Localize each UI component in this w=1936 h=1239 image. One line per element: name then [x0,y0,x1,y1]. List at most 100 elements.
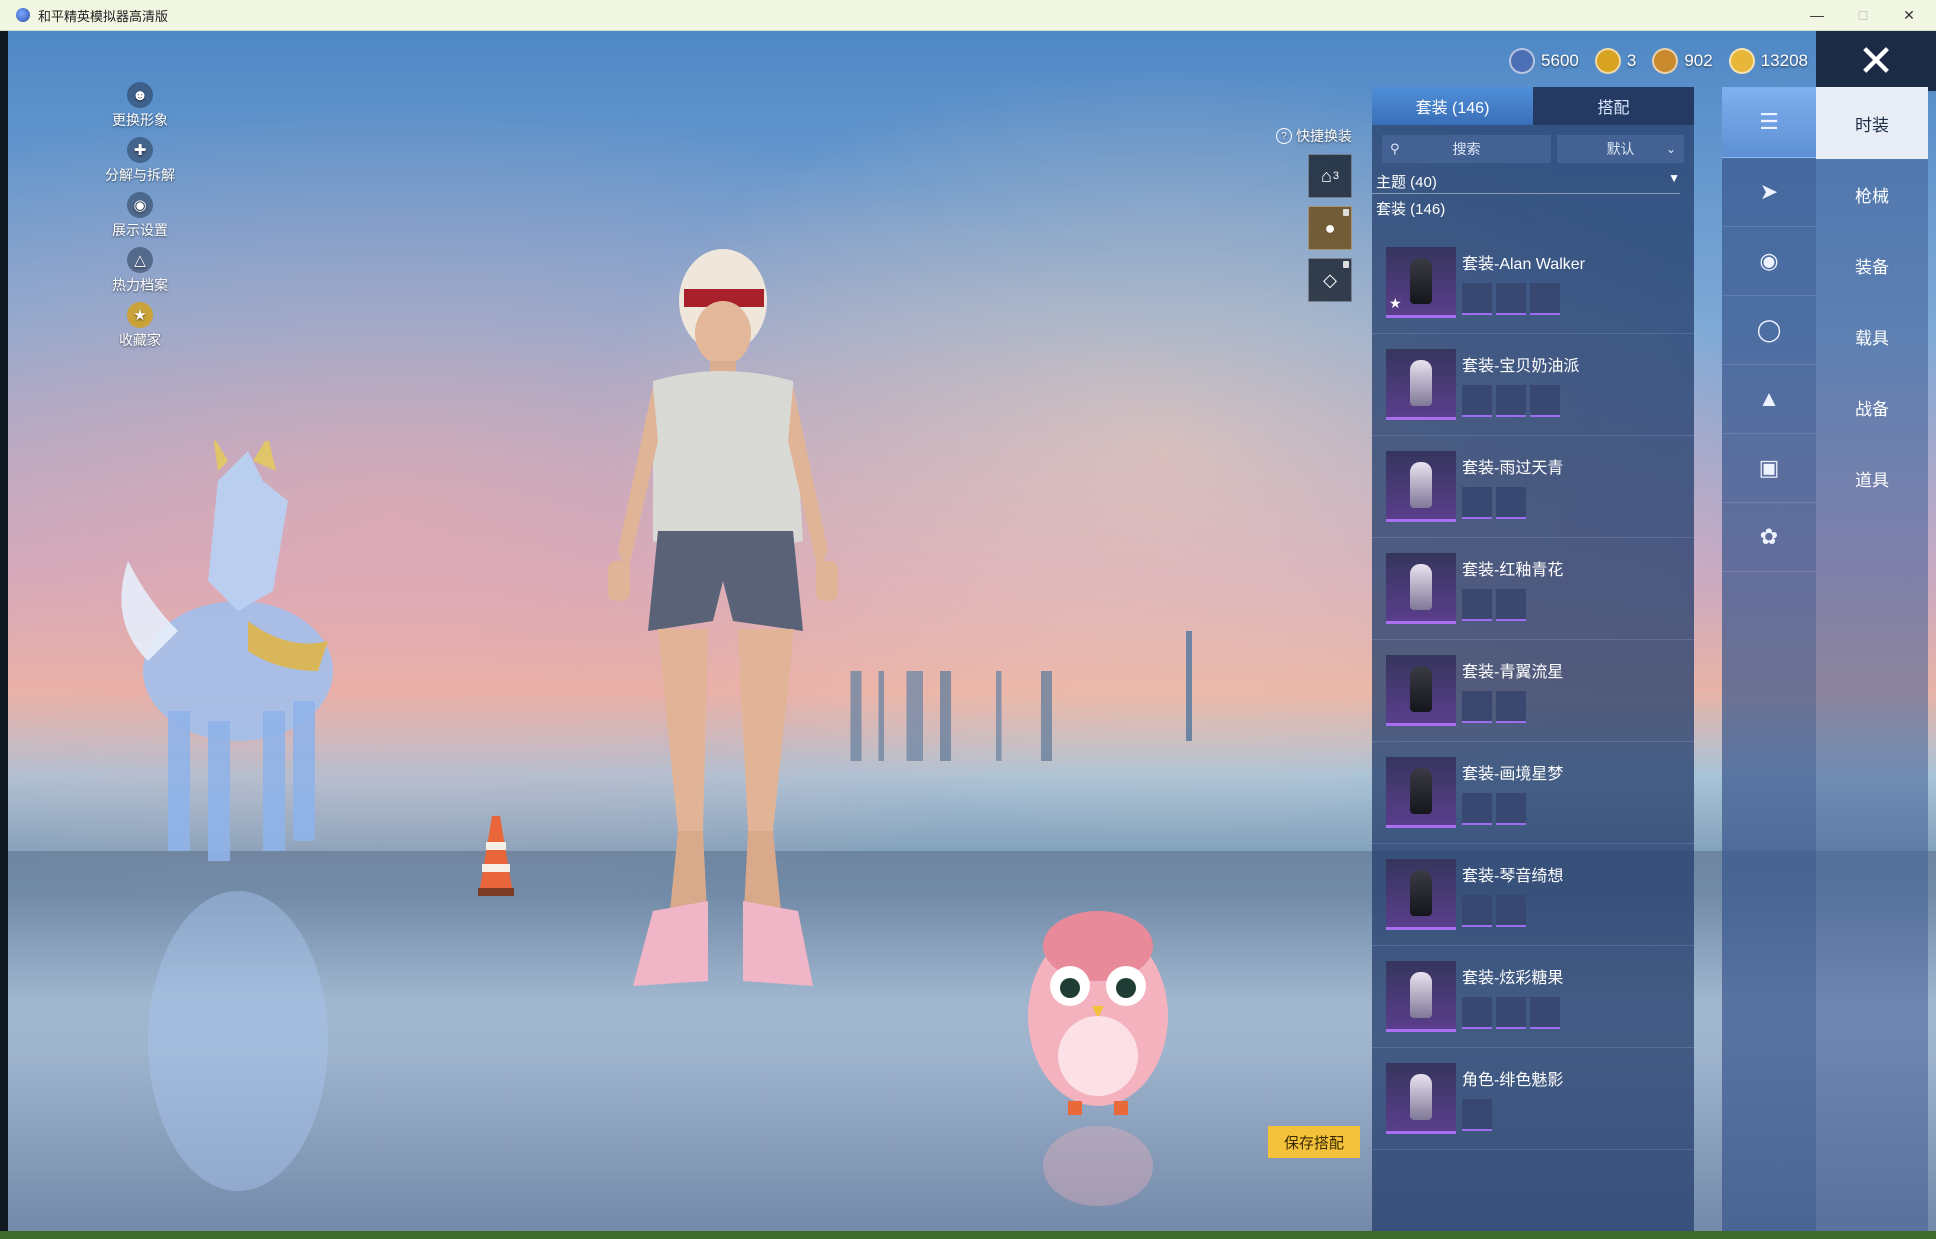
outfit-list-item[interactable]: 角色-绯色魅影 [1372,1048,1694,1150]
tab-guns[interactable]: 枪械 [1816,159,1928,230]
item-icon[interactable]: ▣ [1722,434,1816,503]
shield-icon: ● [1324,217,1336,238]
outfit-piece-icons [1462,1099,1563,1131]
vehicle-icon[interactable]: ◯ [1722,296,1816,365]
search-row: ⚲ 搜索 默认 ⌄ [1372,125,1694,169]
currency-bronze[interactable]: 902 [1652,48,1713,74]
outfit-list-item[interactable]: 套装-画境星梦 [1372,742,1694,844]
slot-number: 3 [1332,170,1339,182]
gold-medal-icon [1594,48,1621,74]
tab-vehicles[interactable]: 载具 [1816,301,1928,372]
outfit-piece-icon[interactable] [1496,487,1526,519]
outfit-info: 套装-红釉青花 [1462,556,1563,621]
outfit-list-item[interactable]: 套装-琴音绮想 [1372,844,1694,946]
outfit-name: 套装-红釉青花 [1462,562,1564,579]
currency-value: 13208 [1760,51,1808,70]
outfit-icon[interactable]: ☰ [1722,87,1816,158]
emote-icon[interactable]: ✿ [1722,503,1816,572]
collector-badge-icon: ★ [127,302,153,328]
left-menu-label: 收藏家 [119,332,161,348]
theme-filter[interactable]: 主题 (40) ▼ [1372,169,1680,194]
outfit-info: 套装-琴音绮想 [1462,862,1563,927]
close-wardrobe-button[interactable]: ✕ [1816,31,1936,91]
outfit-name: 套装-画境星梦 [1462,766,1564,783]
outfit-list-item[interactable]: 套装-炫彩糖果 [1372,946,1694,1048]
outfit-piece-icon[interactable] [1462,1099,1492,1131]
outfit-piece-icon[interactable] [1462,895,1492,927]
currency-silver[interactable]: 5600 [1509,48,1579,74]
character-figure-icon [1410,564,1432,610]
quick-change-header[interactable]: ? 快捷换装 [1276,126,1362,146]
category-icon-rail: ☰ ➤ ◉ ◯ ▲ ▣ ✿ [1722,87,1816,1231]
tab-combos[interactable]: 搭配 [1533,87,1694,125]
diamond-icon: ◇ [1323,269,1337,290]
outfit-piece-icon[interactable] [1462,283,1492,315]
city-skyline [828,671,1388,761]
left-menu-label: 更换形象 [112,112,168,128]
help-icon[interactable]: ? [1276,128,1292,144]
decompose-button[interactable]: ✚ 分解与拆解 [90,137,190,192]
outfit-piece-icon[interactable] [1462,385,1492,417]
search-input[interactable]: ⚲ 搜索 [1382,135,1552,163]
quick-change-diamond-button[interactable]: ◇ [1308,258,1352,302]
collector-button[interactable]: ★ 收藏家 [90,302,190,357]
flame-icon: △ [127,247,153,273]
change-avatar-button[interactable]: ☻ 更换形象 [90,82,190,137]
quick-change-badge-button[interactable]: ● [1308,206,1352,250]
outfit-piece-icon[interactable] [1462,793,1492,825]
outfit-piece-icon[interactable] [1496,997,1526,1029]
tab-equipment[interactable]: 装备 [1816,230,1928,301]
outfit-list-item[interactable]: ★ 套装-Alan Walker [1372,232,1694,334]
tab-fashion[interactable]: 时装 [1816,87,1928,159]
parachute-icon[interactable]: ▲ [1722,365,1816,434]
minimize-button[interactable]: — [1794,0,1840,30]
heat-profile-button[interactable]: △ 热力档案 [90,247,190,302]
tab-outfits[interactable]: 套装 (146) [1372,87,1533,125]
currency-medal[interactable]: 3 [1594,48,1637,74]
outfit-thumbnail [1386,655,1456,726]
traffic-cone [478,816,514,896]
helmet-icon[interactable]: ◉ [1722,227,1816,296]
outfit-piece-icon[interactable] [1530,997,1560,1029]
hanger-icon: ⌂ [1321,165,1332,186]
sort-dropdown[interactable]: 默认 ⌄ [1557,135,1684,163]
outfit-piece-icon[interactable] [1496,895,1526,927]
outfit-piece-icon[interactable] [1462,691,1492,723]
outfit-piece-icon[interactable] [1496,691,1526,723]
search-placeholder: 搜索 [1452,141,1481,157]
maximize-button[interactable]: □ [1840,0,1886,30]
outfit-info: 套装-青翼流星 [1462,658,1563,723]
window-bottom-edge [0,1231,1936,1239]
outfit-name: 套装-Alan Walker [1462,256,1585,273]
outfit-piece-icon[interactable] [1530,385,1560,417]
outfit-piece-icon[interactable] [1496,385,1526,417]
search-icon: ⚲ [1390,141,1400,156]
theme-label: 主题 (40) [1376,174,1437,191]
quick-change-slot-button[interactable]: ⌂ 3 [1308,154,1352,198]
close-window-button[interactable]: ✕ [1886,0,1932,30]
outfit-piece-icon[interactable] [1530,283,1560,315]
outfit-list-item[interactable]: 套装-雨过天青 [1372,436,1694,538]
outfit-piece-icon[interactable] [1462,589,1492,621]
outfit-piece-icon[interactable] [1462,487,1492,519]
currency-bar: 5600 3 902 13208 [1509,48,1808,74]
outfit-list-item[interactable]: 套装-红釉青花 [1372,538,1694,640]
left-menu-label: 热力档案 [112,277,168,293]
gun-icon[interactable]: ➤ [1722,158,1816,227]
tab-items[interactable]: 道具 [1816,443,1928,514]
outfit-list-item[interactable]: 套装-宝贝奶油派 [1372,334,1694,436]
character-figure-icon [1410,1074,1432,1120]
save-combo-button[interactable]: 保存搭配 [1268,1126,1360,1158]
currency-value: 3 [1626,51,1637,70]
outfit-list-item[interactable]: 套装-青翼流星 [1372,640,1694,742]
currency-gold[interactable]: 13208 [1728,48,1808,74]
bronze-coin-icon [1652,48,1679,74]
outfit-piece-icon[interactable] [1462,997,1492,1029]
crystal-horse-pet [121,441,333,1191]
avatar-icon: ☻ [127,82,153,108]
outfit-piece-icon[interactable] [1496,589,1526,621]
outfit-piece-icon[interactable] [1496,283,1526,315]
display-settings-button[interactable]: ◉ 展示设置 [90,192,190,247]
outfit-piece-icon[interactable] [1496,793,1526,825]
tab-combat-prep[interactable]: 战备 [1816,372,1928,443]
